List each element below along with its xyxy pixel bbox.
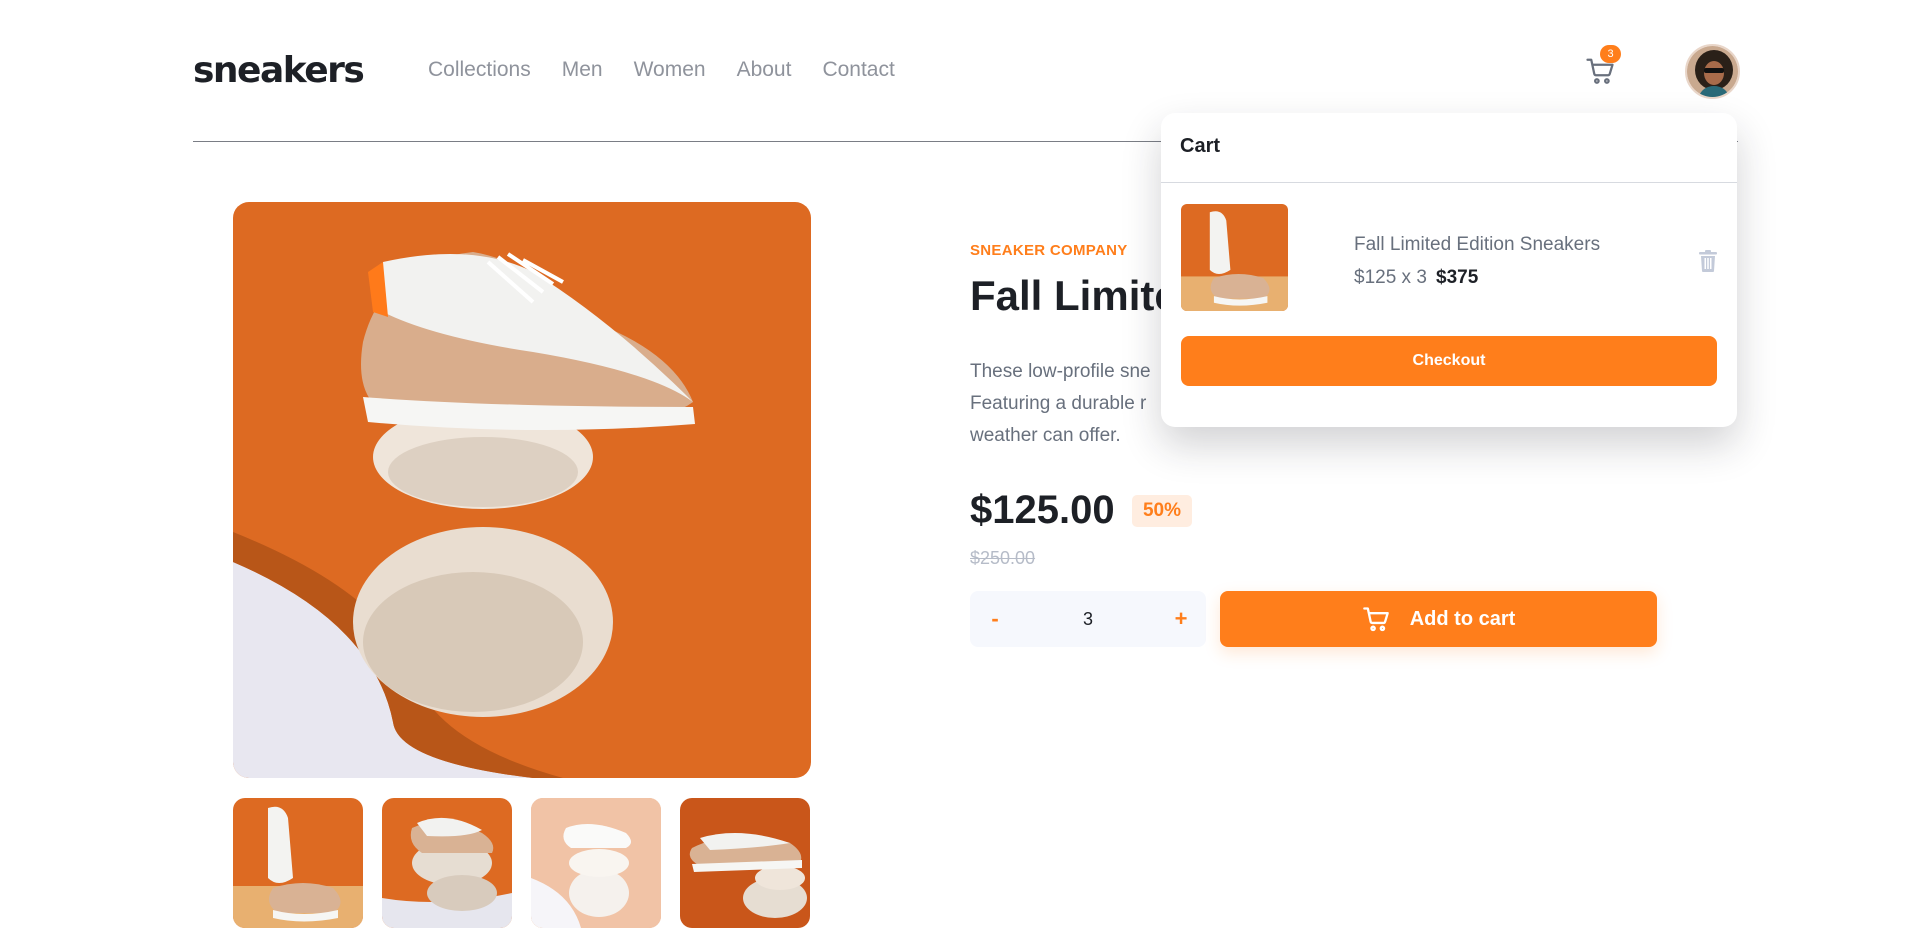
delete-icon[interactable] — [1699, 250, 1717, 272]
original-price: $250.00 — [970, 548, 1036, 568]
checkout-button[interactable]: Checkout — [1181, 336, 1717, 386]
add-to-cart-label: Add to cart — [1409, 607, 1516, 630]
cart-item-calculation: $125 x 3 — [1354, 267, 1427, 288]
product-page: sneakers Collections Men Women About Con… — [0, 0, 1920, 942]
main-nav: Collections Men Women About Contact — [428, 58, 926, 82]
nav-about[interactable]: About — [737, 58, 792, 82]
cart-popover: Cart Fall Limited Edition Sneakers $125 … — [1161, 113, 1737, 427]
cart-item-total: $375 — [1436, 267, 1479, 288]
nav-contact[interactable]: Contact — [822, 58, 894, 82]
thumbnail-2[interactable] — [382, 798, 512, 928]
add-to-cart-button[interactable]: Add to cart — [1220, 591, 1657, 647]
decrease-quantity-button[interactable]: - — [970, 591, 1020, 647]
nav-women[interactable]: Women — [634, 58, 706, 82]
brand-logo[interactable]: sneakers — [193, 50, 365, 91]
thumbnail-1[interactable] — [233, 798, 363, 928]
current-price: $125.00 — [970, 488, 1115, 532]
cart-icon — [1362, 607, 1389, 632]
cart-count-badge: 3 — [1600, 45, 1621, 63]
company-label: SNEAKER COMPANY — [970, 242, 1128, 259]
product-main-image[interactable] — [233, 202, 811, 778]
nav-collections[interactable]: Collections — [428, 58, 531, 82]
product-description: These low-profile sne Featuring a durabl… — [970, 361, 1151, 446]
quantity-stepper: - 3 + — [970, 591, 1206, 647]
quantity-value: 3 — [1082, 608, 1093, 629]
thumbnail-3[interactable] — [531, 798, 661, 928]
product-title: Fall Limite — [970, 272, 1178, 319]
cart-item-thumbnail — [1181, 204, 1288, 311]
thumbnail-4[interactable] — [680, 798, 810, 928]
increase-quantity-button[interactable]: + — [1156, 591, 1206, 647]
user-avatar[interactable] — [1685, 44, 1740, 99]
discount-badge: 50% — [1132, 495, 1192, 527]
cart-title: Cart — [1180, 135, 1221, 157]
cart-divider — [1161, 182, 1737, 183]
nav-men[interactable]: Men — [562, 58, 603, 82]
cart-item-name: Fall Limited Edition Sneakers — [1354, 234, 1601, 255]
